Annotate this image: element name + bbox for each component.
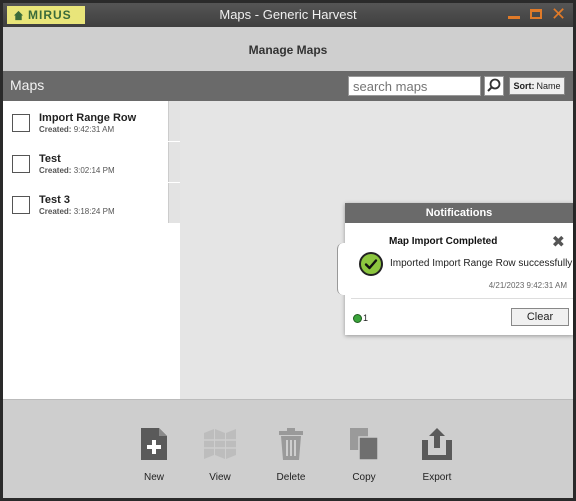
map-created: Created: 9:42:31 AM xyxy=(39,125,114,134)
list-item[interactable]: Test Created: 3:02:14 PM xyxy=(3,142,180,182)
page-title: Manage Maps xyxy=(248,43,328,57)
check-circle-icon xyxy=(359,252,383,276)
new-label: New xyxy=(143,472,164,483)
maximize-icon xyxy=(530,9,542,19)
export-label: Export xyxy=(422,472,452,483)
notification-pointer xyxy=(337,243,347,295)
sort-value: Name xyxy=(536,81,561,91)
count-value: 1 xyxy=(363,313,369,323)
created-label: Created: xyxy=(39,166,72,175)
view-button[interactable]: View xyxy=(198,424,242,483)
copy-icon xyxy=(342,424,386,464)
created-label: Created: xyxy=(39,207,72,216)
new-map-icon xyxy=(132,424,176,464)
notifications-panel: Notifications Map Import Completed ✖ Imp… xyxy=(337,203,573,335)
map-created: Created: 3:02:14 PM xyxy=(39,166,115,175)
sort-label: Sort: xyxy=(513,81,535,91)
search-button[interactable] xyxy=(484,76,504,96)
list-item[interactable]: Import Range Row Created: 9:42:31 AM xyxy=(3,101,180,141)
notifications-footer: 1 Clear xyxy=(345,303,573,335)
search-input[interactable] xyxy=(348,76,481,96)
dismiss-notification-button[interactable]: ✖ xyxy=(552,232,565,252)
view-label: View xyxy=(209,472,231,483)
copy-label: Copy xyxy=(352,472,376,483)
notification-message: Imported Import Range Row successfully xyxy=(390,258,573,269)
window-controls: ✕ xyxy=(507,4,567,24)
clear-button[interactable]: Clear xyxy=(511,308,569,326)
map-name: Import Range Row xyxy=(39,112,137,124)
map-name: Test 3 xyxy=(39,194,70,206)
notifications-title: Notifications xyxy=(345,203,573,223)
close-button[interactable]: ✕ xyxy=(551,4,567,24)
sort-button[interactable]: Sort: Name xyxy=(509,77,565,95)
close-icon: ✖ xyxy=(551,234,565,251)
notification-item: Map Import Completed ✖ Imported Import R… xyxy=(351,227,573,299)
maximize-button[interactable] xyxy=(529,5,543,23)
notification-count: 1 xyxy=(353,313,368,323)
main-content: Import Range Row Created: 9:42:31 AM Tes… xyxy=(3,101,573,399)
created-time: 9:42:31 AM xyxy=(73,125,115,134)
created-label: Created: xyxy=(39,125,72,134)
notification-title: Map Import Completed xyxy=(389,236,498,247)
map-icon xyxy=(198,424,242,464)
delete-button[interactable]: Delete xyxy=(269,424,313,483)
list-item[interactable]: Test 3 Created: 3:18:24 PM xyxy=(3,183,180,223)
created-time: 3:18:24 PM xyxy=(73,207,115,216)
row-scroll-handle[interactable] xyxy=(168,142,180,182)
maps-section-title: Maps xyxy=(10,77,45,93)
map-checkbox[interactable] xyxy=(12,155,30,173)
trash-icon xyxy=(269,424,313,464)
map-created: Created: 3:18:24 PM xyxy=(39,207,115,216)
window-title: Maps - Generic Harvest xyxy=(219,7,357,22)
maps-toolbar: Maps Sort:Name xyxy=(3,71,573,101)
new-button[interactable]: New xyxy=(132,424,176,483)
delete-label: Delete xyxy=(276,472,306,483)
search-icon xyxy=(487,78,501,92)
title-bar: MIRUS Maps - Generic Harvest ✕ xyxy=(3,3,573,27)
minimize-icon xyxy=(508,16,520,19)
export-button[interactable]: Export xyxy=(415,424,459,483)
bottom-toolbar: New View Delete Copy Export xyxy=(3,399,573,498)
app-window: MIRUS Maps - Generic Harvest ✕ Manage Ma… xyxy=(0,0,576,501)
row-scroll-handle[interactable] xyxy=(168,183,180,223)
created-time: 3:02:14 PM xyxy=(73,166,115,175)
map-name: Test xyxy=(39,153,61,165)
close-icon: ✕ xyxy=(551,4,567,24)
map-checkbox[interactable] xyxy=(12,114,30,132)
export-icon xyxy=(415,424,459,464)
maps-list: Import Range Row Created: 9:42:31 AM Tes… xyxy=(3,101,180,399)
copy-button[interactable]: Copy xyxy=(342,424,386,483)
notification-timestamp: 4/21/2023 9:42:31 AM xyxy=(488,281,567,290)
page-header: Manage Maps xyxy=(3,27,573,71)
row-scroll-handle[interactable] xyxy=(168,101,180,141)
success-dot-icon xyxy=(353,313,362,323)
map-checkbox[interactable] xyxy=(12,196,30,214)
minimize-button[interactable] xyxy=(507,5,521,23)
